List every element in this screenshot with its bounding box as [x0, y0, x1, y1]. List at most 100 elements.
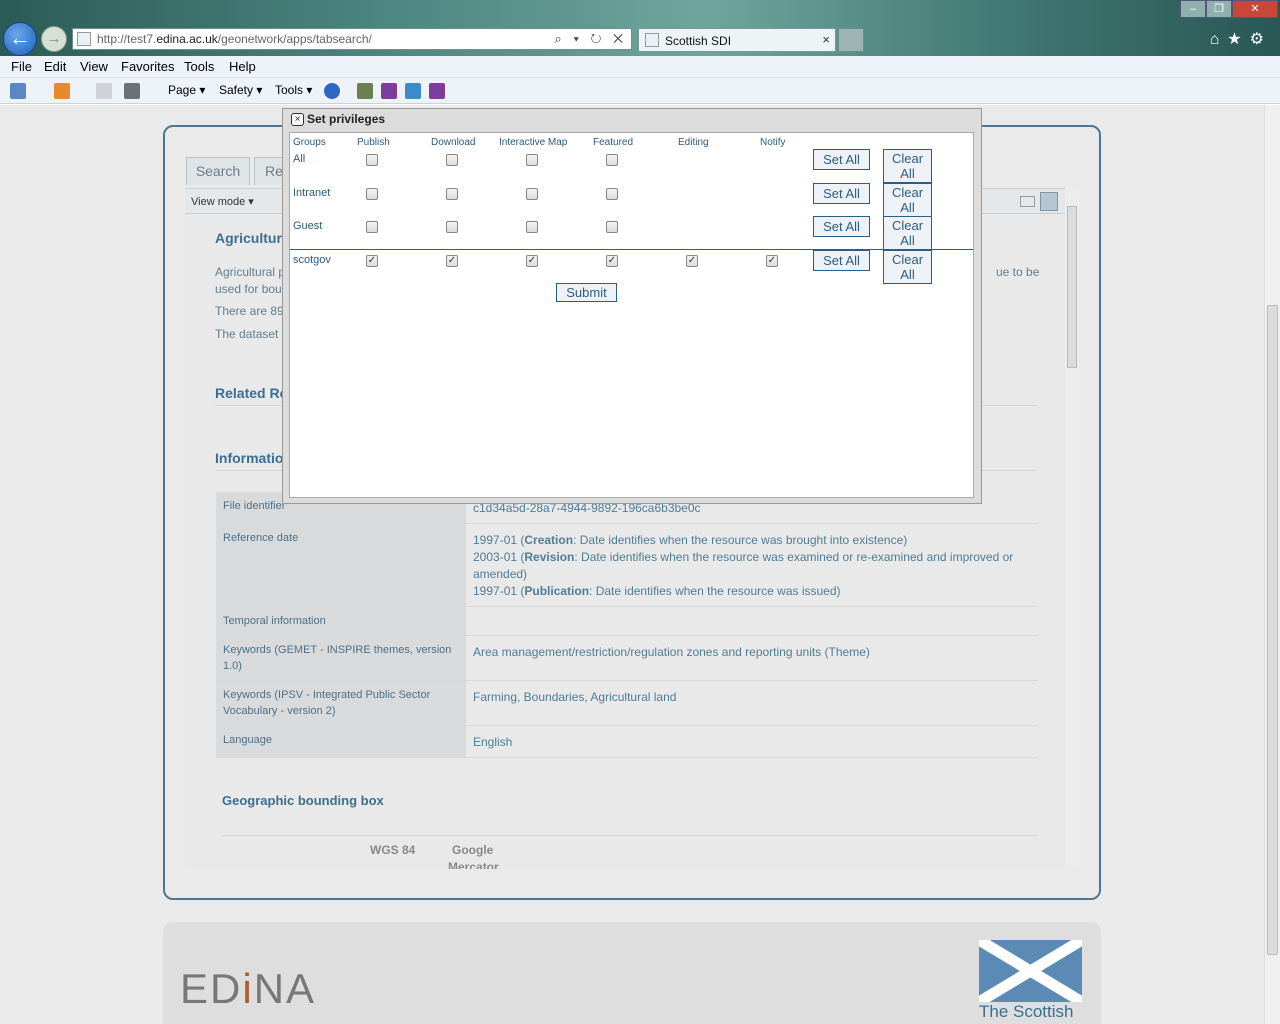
scottish-government-logo-text: The Scottish [979, 1002, 1074, 1021]
tab-search[interactable]: Search [186, 157, 250, 185]
reference-date-line: 1997-01 (Creation: Date identifies when … [473, 532, 1031, 549]
clear-all-button-scotgov[interactable]: Clear All [883, 250, 932, 284]
date-desc: : Date identifies when the resource was … [589, 584, 841, 598]
checkbox-guest-interactive-map[interactable] [526, 221, 538, 233]
page-favicon-icon [77, 32, 91, 46]
edina-logo-text: NA [253, 965, 317, 1012]
email-icon[interactable] [1020, 196, 1035, 207]
set-all-button-intranet[interactable]: Set All [813, 183, 870, 204]
reference-date-line: 2003-01 (Revision: Date identifies when … [473, 549, 1031, 583]
clear-all-button-intranet[interactable]: Clear All [883, 183, 932, 217]
record-scrollbar-thumb[interactable] [1067, 206, 1077, 368]
close-window-icon[interactable]: ✕ [1232, 0, 1278, 18]
checkbox-intranet-featured[interactable] [606, 188, 618, 200]
menu-file[interactable]: File [11, 59, 32, 74]
help-icon[interactable] [324, 83, 340, 99]
reference-date-line: 1997-01 (Publication: Date identifies wh… [473, 583, 1031, 600]
column-header-featured: Featured [593, 137, 634, 148]
checkbox-all-interactive-map[interactable] [526, 154, 538, 166]
record-title[interactable]: Agricultur [215, 230, 282, 246]
set-all-button-guest[interactable]: Set All [813, 216, 870, 237]
checkbox-all-publish[interactable] [366, 154, 378, 166]
address-tools-icon[interactable]: ⌕ ▾ ↻ ✕ [555, 31, 627, 47]
saltire-flag-icon [979, 940, 1082, 1002]
rss-feed-icon[interactable] [54, 83, 70, 99]
back-arrow-icon: ← [9, 25, 31, 50]
record-scrollbar[interactable] [1065, 188, 1079, 869]
edina-logo[interactable]: EDiNA [180, 965, 316, 1013]
table-row: Language English [216, 725, 1038, 758]
set-all-button-all[interactable]: Set All [813, 149, 870, 170]
clear-all-button-all[interactable]: Clear All [883, 149, 932, 183]
column-header-notify: Notify [760, 137, 786, 148]
menu-tools[interactable]: Tools [184, 59, 214, 74]
related-resources-heading[interactable]: Related Re [215, 385, 287, 401]
print-icon[interactable] [124, 83, 140, 99]
checkbox-scotgov-featured[interactable]: ✓ [606, 255, 618, 267]
new-tab-button[interactable] [838, 28, 864, 52]
mercator-label: Mercator [448, 860, 499, 869]
group-name-scotgov: scotgov [293, 254, 331, 266]
checkbox-guest-featured[interactable] [606, 221, 618, 233]
checkbox-all-download[interactable] [446, 154, 458, 166]
wgs84-label: WGS 84 [370, 843, 416, 857]
date-value: 2003-01 ( [473, 550, 525, 564]
minimize-icon[interactable]: – [1180, 0, 1206, 18]
menu-view[interactable]: View [80, 59, 108, 74]
onenote-icon[interactable] [381, 83, 397, 99]
checkbox-scotgov-notify[interactable]: ✓ [766, 255, 778, 267]
research-icon[interactable] [357, 83, 373, 99]
menu-bar: File Edit View Favorites Tools Help [0, 56, 1280, 78]
clear-all-button-guest[interactable]: Clear All [883, 216, 932, 250]
tools-menu[interactable]: Tools ▾ [275, 83, 312, 97]
browser-tab[interactable]: Scottish SDI × [638, 28, 836, 52]
print-record-icon[interactable] [1040, 192, 1058, 211]
google-label: Google [452, 843, 494, 857]
safety-menu[interactable]: Safety ▾ [219, 83, 262, 97]
address-url[interactable]: http://test7.edina.ac.uk/geonetwork/apps… [97, 32, 372, 46]
checkbox-scotgov-interactive-map[interactable]: ✓ [526, 255, 538, 267]
forward-button[interactable]: → [41, 26, 67, 52]
group-separator [290, 249, 973, 250]
page-scrollbar[interactable] [1264, 105, 1280, 1024]
submit-button[interactable]: Submit [556, 283, 617, 302]
page-menu[interactable]: Page ▾ [168, 83, 205, 97]
menu-help[interactable]: Help [229, 59, 256, 74]
checkbox-all-featured[interactable] [606, 154, 618, 166]
maximize-icon[interactable]: ❐ [1206, 0, 1232, 18]
menu-favorites[interactable]: Favorites [121, 59, 174, 74]
checkbox-guest-publish[interactable] [366, 221, 378, 233]
table-row: Reference date 1997-01 (Creation: Date i… [216, 523, 1038, 607]
close-icon[interactable]: × [291, 113, 304, 126]
page-scrollbar-thumb[interactable] [1267, 305, 1278, 955]
set-all-button-scotgov[interactable]: Set All [813, 250, 870, 271]
tab-close-icon[interactable]: × [822, 32, 830, 47]
tab-favicon-icon [645, 33, 659, 47]
metadata-table: File identifier c1d34a5d-28a7-4944-9892-… [216, 492, 1038, 758]
view-mode-dropdown[interactable]: View mode ▾ [191, 195, 254, 208]
checkbox-scotgov-editing[interactable]: ✓ [686, 255, 698, 267]
back-button[interactable]: ← [3, 22, 37, 56]
group-name-all: All [293, 153, 306, 165]
lync-icon[interactable] [405, 83, 421, 99]
checkbox-intranet-publish[interactable] [366, 188, 378, 200]
abstract-para-2: There are 89 [215, 304, 284, 318]
mail-icon[interactable] [96, 83, 112, 99]
checkbox-intranet-interactive-map[interactable] [526, 188, 538, 200]
information-heading: Information [215, 450, 292, 466]
checkbox-intranet-download[interactable] [446, 188, 458, 200]
row-value: English [466, 725, 1038, 758]
row-value [466, 606, 1038, 636]
address-bar[interactable]: http://test7.edina.ac.uk/geonetwork/apps… [72, 28, 632, 50]
date-value: 1997-01 ( [473, 533, 525, 547]
row-key: Keywords (IPSV - Integrated Public Secto… [216, 680, 466, 726]
checkbox-scotgov-download[interactable]: ✓ [446, 255, 458, 267]
checkbox-scotgov-publish[interactable]: ✓ [366, 255, 378, 267]
home-favorites-settings-icons[interactable]: ⌂★⚙ [1210, 29, 1272, 49]
checkbox-guest-download[interactable] [446, 221, 458, 233]
abstract-para-3: The dataset [215, 327, 279, 341]
menu-edit[interactable]: Edit [44, 59, 66, 74]
home-icon[interactable] [10, 83, 26, 99]
row-value: 1997-01 (Creation: Date identifies when … [466, 523, 1038, 607]
onenote-send-icon[interactable] [429, 83, 445, 99]
